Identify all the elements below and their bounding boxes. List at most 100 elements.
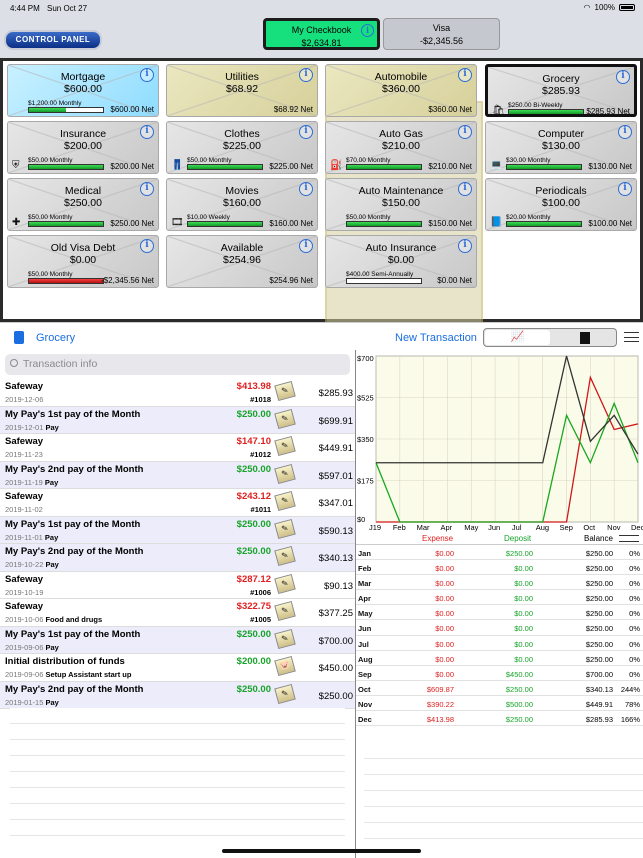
- book-icon: 📘: [490, 217, 503, 228]
- envelope-icon: [14, 331, 24, 344]
- transaction-payee: My Pay's 1st pay of the Month: [5, 628, 141, 640]
- menu-icon[interactable]: [624, 332, 639, 342]
- check-icon: ✎: [274, 573, 296, 594]
- category-title[interactable]: Grocery: [36, 332, 75, 344]
- envelope-automobile[interactable]: Automobile $360.00 i $360.00 Net: [325, 64, 477, 117]
- month-label: Mar: [358, 579, 372, 589]
- month-label: Apr: [358, 594, 371, 604]
- envelope-amount: $210.00: [382, 140, 420, 152]
- check-number: #1005: [250, 615, 271, 624]
- info-icon[interactable]: i: [299, 68, 313, 82]
- envelope-movies[interactable]: Movies $160.00 i 🎞 $10.00 Weekly $160.00 Net: [166, 178, 318, 231]
- x-tick-label: Feb: [393, 523, 406, 532]
- chart-view-segment[interactable]: 📈: [485, 330, 550, 345]
- balance-cell: $250.00: [585, 639, 613, 649]
- info-icon[interactable]: i: [299, 239, 313, 253]
- balance-cell: $250.00: [585, 624, 613, 634]
- envelope-auto-gas[interactable]: Auto Gas $210.00 i ⛽ $70.00 Monthly $210.00 N…: [325, 121, 477, 174]
- table-menu-icon[interactable]: [619, 535, 639, 542]
- transaction-amount: $147.10: [236, 436, 271, 447]
- envelope-progress-bar: [346, 221, 422, 227]
- document-view-segment[interactable]: [580, 332, 590, 344]
- x-tick-label: Apr: [440, 523, 452, 532]
- search-input[interactable]: Transaction info: [5, 354, 350, 375]
- envelope-insurance[interactable]: Insurance $200.00 i ⛨ $50.00 Monthly $200.00 …: [7, 121, 159, 174]
- envelope-net: $100.00 Net: [588, 219, 632, 228]
- transaction-amount: $250.00: [236, 408, 271, 420]
- envelope-name: Computer: [537, 128, 585, 140]
- battery-icon: [619, 4, 635, 11]
- table-row[interactable]: Safeway 2019-11-23 $147.10 #1012 ✎ $449.91: [0, 434, 355, 462]
- table-row[interactable]: Safeway 2019-12-06 $413.98 #1018 ✎ $285.93: [0, 379, 355, 407]
- table-row[interactable]: My Pay's 2nd pay of the Month 2019-10-22 …: [0, 544, 355, 572]
- y-tick-label: $525: [357, 394, 374, 403]
- running-balance: $699.91: [318, 415, 353, 427]
- info-icon[interactable]: i: [299, 182, 313, 196]
- check-number: #1012: [250, 450, 271, 459]
- info-icon[interactable]: i: [458, 125, 472, 139]
- table-row[interactable]: Safeway 2019-10-06 Food and drugs $322.75 #…: [0, 599, 355, 627]
- table-row[interactable]: My Pay's 2nd pay of the Month 2019-01-15 …: [0, 681, 355, 709]
- summary-row: Jan $0.00 $250.00 $250.00 0%: [356, 545, 643, 561]
- running-balance: $449.91: [318, 443, 353, 454]
- running-balance: $450.00: [318, 663, 353, 674]
- table-row[interactable]: Safeway 2019-10-19 $287.12 #1006 ✎ $90.13: [0, 571, 355, 599]
- envelope-grocery[interactable]: Grocery $285.93 i 🛍 $250.00 Bi-Weekly $285.93…: [485, 64, 637, 117]
- envelope-old-visa-debt[interactable]: Old Visa Debt $0.00 i $50.00 Monthly -$2,345…: [7, 235, 159, 288]
- table-row[interactable]: My Pay's 1st pay of the Month 2019-12-01 …: [0, 406, 355, 434]
- envelope-progress-bar: [28, 278, 104, 284]
- table-row[interactable]: My Pay's 2nd pay of the Month 2019-11-19 …: [0, 461, 355, 489]
- envelope-budget: $50.00 Monthly: [28, 214, 73, 221]
- info-icon[interactable]: i: [458, 239, 472, 253]
- account-tab-checkbook[interactable]: My Checkbook $2,634.81 i: [263, 18, 380, 50]
- deposit-cell: $450.00: [505, 669, 533, 679]
- envelope-progress-bar: [187, 221, 263, 227]
- info-icon[interactable]: i: [140, 125, 154, 139]
- info-icon[interactable]: i: [616, 70, 630, 84]
- transaction-date: 2019-10-22 Pay: [5, 560, 59, 569]
- info-icon[interactable]: i: [140, 239, 154, 253]
- envelope-periodicals[interactable]: Periodicals $100.00 i 📘 $20.00 Monthly $100.0…: [485, 178, 637, 231]
- table-row[interactable]: My Pay's 1st pay of the Month 2019-11-01 …: [0, 516, 355, 544]
- info-icon[interactable]: i: [458, 182, 472, 196]
- envelope-utilities[interactable]: Utilities $68.92 i $68.92 Net: [166, 64, 318, 117]
- envelope-amount: $100.00: [542, 197, 580, 209]
- deposit-cell: $0.00: [514, 624, 533, 634]
- table-row[interactable]: Initial distribution of funds 2019-09-06 …: [0, 654, 355, 682]
- table-row[interactable]: My Pay's 1st pay of the Month 2019-09-06 …: [0, 626, 355, 654]
- envelope-auto-insurance[interactable]: Auto Insurance $0.00 i $400.00 Semi-Annuall…: [325, 235, 477, 288]
- info-icon[interactable]: i: [299, 125, 313, 139]
- info-icon[interactable]: i: [618, 182, 632, 196]
- info-icon[interactable]: i: [458, 68, 472, 82]
- new-transaction-button[interactable]: New Transaction: [395, 332, 477, 344]
- transaction-amount: $250.00: [236, 546, 271, 557]
- check-number: #1018: [250, 395, 271, 404]
- envelope-medical[interactable]: Medical $250.00 i ✚ $50.00 Monthly $250.00 Ne…: [7, 178, 159, 231]
- envelope-available[interactable]: Available $254.96 i $254.96 Net: [166, 235, 318, 288]
- account-tab-visa[interactable]: Visa -$2,345.56: [383, 18, 500, 50]
- envelope-computer[interactable]: Computer $130.00 i 💻 $30.00 Monthly $130.00 N…: [485, 121, 637, 174]
- table-row[interactable]: Safeway 2019-11-02 $243.12 #1011 ✎ $347.01: [0, 489, 355, 517]
- envelope-mortgage[interactable]: Mortgage $600.00 i $1,200.00 Monthly $600.00…: [7, 64, 159, 117]
- info-icon[interactable]: i: [140, 182, 154, 196]
- summary-row: Feb $0.00 $0.00 $250.00 0%: [356, 560, 643, 576]
- view-segmented-control[interactable]: 📈: [483, 328, 617, 347]
- info-icon[interactable]: i: [361, 24, 374, 37]
- info-icon[interactable]: i: [618, 125, 632, 139]
- envelope-budget: $10.00 Weekly: [187, 214, 230, 221]
- status-time: 4:44 PM: [10, 4, 40, 13]
- control-panel-button[interactable]: CONTROL PANEL: [4, 30, 102, 50]
- home-indicator[interactable]: [222, 849, 421, 853]
- envelope-net: $0.00 Net: [437, 276, 472, 285]
- envelope-auto-maintenance[interactable]: Auto Maintenance $150.00 i $50.00 Monthly $1…: [325, 178, 477, 231]
- transaction-date: 2019-12-06: [5, 395, 44, 404]
- transaction-amount: $413.98: [236, 381, 271, 392]
- envelope-clothes[interactable]: Clothes $225.00 i 👖 $50.00 Monthly $225.00 Ne…: [166, 121, 318, 174]
- percent-cell: 0%: [629, 624, 640, 634]
- transaction-list: Safeway 2019-12-06 $413.98 #1018 ✎ $285.93 My…: [0, 379, 355, 709]
- envelope-net: $150.00 Net: [428, 219, 472, 228]
- balance-cell: $250.00: [585, 594, 613, 604]
- envelope-amount: $254.96: [223, 254, 261, 266]
- x-tick-label: Mar: [417, 523, 430, 532]
- info-icon[interactable]: i: [140, 68, 154, 82]
